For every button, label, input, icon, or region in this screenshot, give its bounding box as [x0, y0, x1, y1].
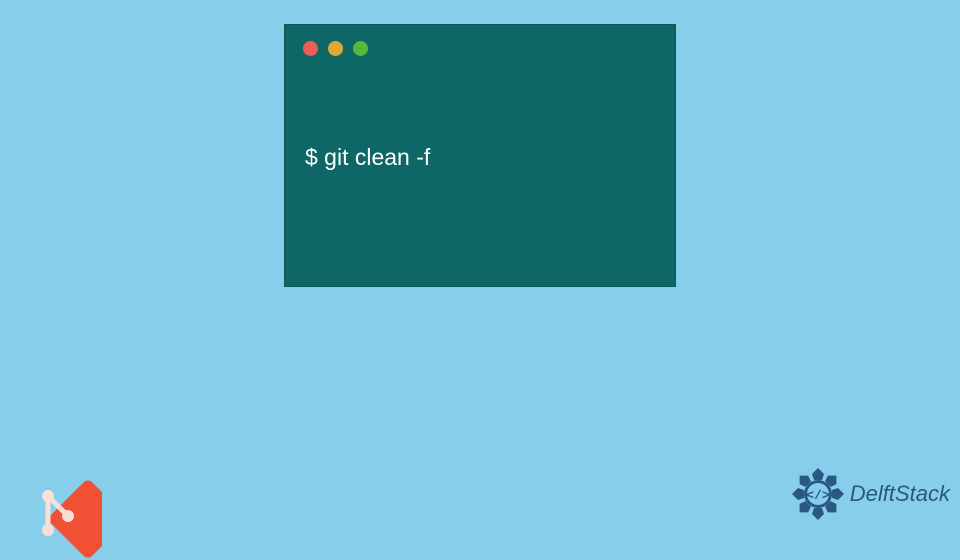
delftstack-logo: </> DelftStack — [790, 466, 950, 522]
svg-text:</>: </> — [806, 488, 830, 503]
maximize-icon[interactable] — [353, 41, 368, 56]
close-icon[interactable] — [303, 41, 318, 56]
git-icon — [6, 464, 102, 560]
minimize-icon[interactable] — [328, 41, 343, 56]
delftstack-text: DelftStack — [850, 481, 950, 507]
terminal-titlebar — [285, 25, 675, 56]
delftstack-badge-icon: </> — [790, 466, 846, 522]
terminal-window: $ git clean -f — [284, 24, 676, 287]
terminal-command: $ git clean -f — [285, 56, 675, 171]
